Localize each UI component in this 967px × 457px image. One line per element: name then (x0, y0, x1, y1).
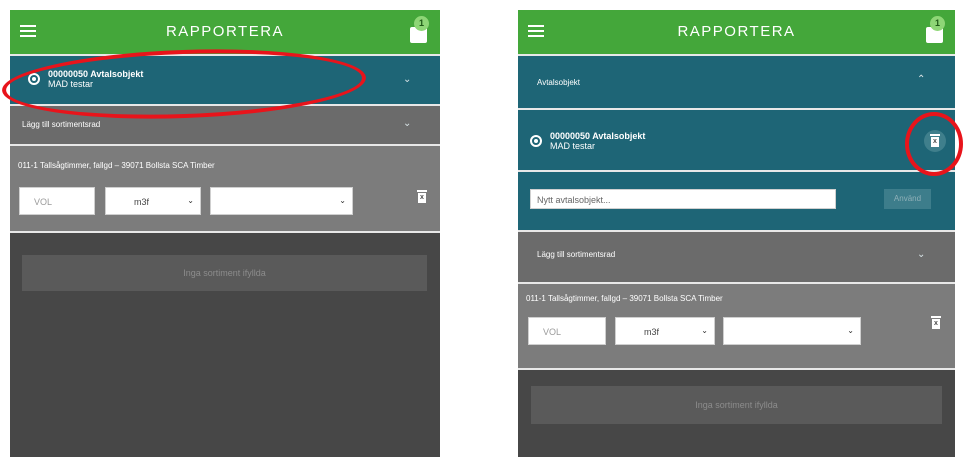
product-label: 011-1 Tallsågtimmer, fallgd – 39071 Boll… (526, 294, 723, 303)
product-row: 011-1 Tallsågtimmer, fallgd – 39071 Boll… (518, 284, 955, 368)
empty-assortments-button[interactable]: Inga sortiment ifyllda (531, 386, 942, 424)
add-row-section[interactable]: Lägg till sortimentsrad ⌄ (518, 232, 955, 282)
app-title: RAPPORTERA (165, 23, 285, 40)
trash-lid (931, 316, 941, 318)
app-title: RAPPORTERA (677, 23, 796, 40)
trash-can: x (418, 193, 426, 203)
product-label: 011-1 Tallsågtimmer, fallgd – 39071 Boll… (18, 161, 215, 170)
cart-icon[interactable]: 1 (408, 16, 430, 48)
chevron-down-icon[interactable]: ⌄ (917, 249, 925, 260)
chevron-down-icon[interactable]: ⌄ (403, 74, 411, 85)
object-section-header[interactable]: Avtalsobjekt ⌃ (518, 56, 955, 108)
cart-count-badge: 1 (414, 16, 429, 31)
cart-icon[interactable]: 1 (924, 16, 946, 48)
trash-can: x (932, 319, 940, 329)
new-object-placeholder: Nytt avtalsobjekt... (537, 195, 611, 205)
chevron-up-icon[interactable]: ⌃ (917, 74, 925, 85)
chevron-down-icon: ⌄ (339, 196, 346, 205)
top-bar: RAPPORTERA 1 (10, 10, 440, 54)
chevron-down-icon: ⌄ (187, 196, 194, 205)
highlight-circle (905, 112, 963, 176)
product-row: 011-1 Tallsågtimmer, fallgd – 39071 Boll… (10, 146, 440, 231)
new-object-row: Nytt avtalsobjekt... Använd (518, 172, 955, 230)
assortment-select[interactable]: ⌄ (210, 187, 353, 215)
divider (518, 368, 955, 370)
unit-select[interactable]: m3f ⌄ (105, 187, 201, 215)
object-subtitle: MAD testar (550, 141, 596, 151)
radio-selected-icon[interactable] (530, 135, 542, 147)
divider (10, 231, 440, 233)
chevron-down-icon[interactable]: ⌄ (403, 118, 411, 129)
volume-input[interactable]: VOL (528, 317, 606, 345)
volume-placeholder: VOL (543, 327, 562, 337)
chevron-down-icon: ⌄ (701, 326, 708, 335)
volume-placeholder: VOL (34, 197, 53, 207)
add-row-label: Lägg till sortimentsrad (537, 250, 616, 259)
trash-lid (417, 190, 427, 192)
unit-value: m3f (644, 327, 660, 337)
chevron-down-icon: ⌄ (847, 326, 854, 335)
selected-object-row[interactable]: 00000050 Avtalsobjekt MAD testar x (518, 110, 955, 170)
top-bar: RAPPORTERA 1 (518, 10, 955, 54)
use-button[interactable]: Använd (884, 189, 931, 209)
trash-icon[interactable]: x (417, 190, 427, 203)
cart-count-badge: 1 (930, 16, 945, 31)
right-screen: RAPPORTERA 1 Avtalsobjekt ⌃ 00000050 Avt… (518, 10, 955, 457)
volume-input[interactable]: VOL (19, 187, 95, 215)
new-object-input[interactable]: Nytt avtalsobjekt... (530, 189, 836, 209)
trash-icon[interactable]: x (931, 316, 941, 329)
unit-select[interactable]: m3f ⌄ (615, 317, 715, 345)
object-number-name: 00000050 Avtalsobjekt (550, 131, 646, 141)
add-row-label: Lägg till sortimentsrad (22, 120, 101, 129)
empty-assortments-button[interactable]: Inga sortiment ifyllda (22, 255, 427, 291)
object-section-label: Avtalsobjekt (537, 78, 580, 87)
assortment-select[interactable]: ⌄ (723, 317, 861, 345)
unit-value: m3f (134, 197, 150, 207)
screenshot-stage: RAPPORTERA 1 00000050 Avtalsobjekt MAD t… (0, 0, 967, 457)
